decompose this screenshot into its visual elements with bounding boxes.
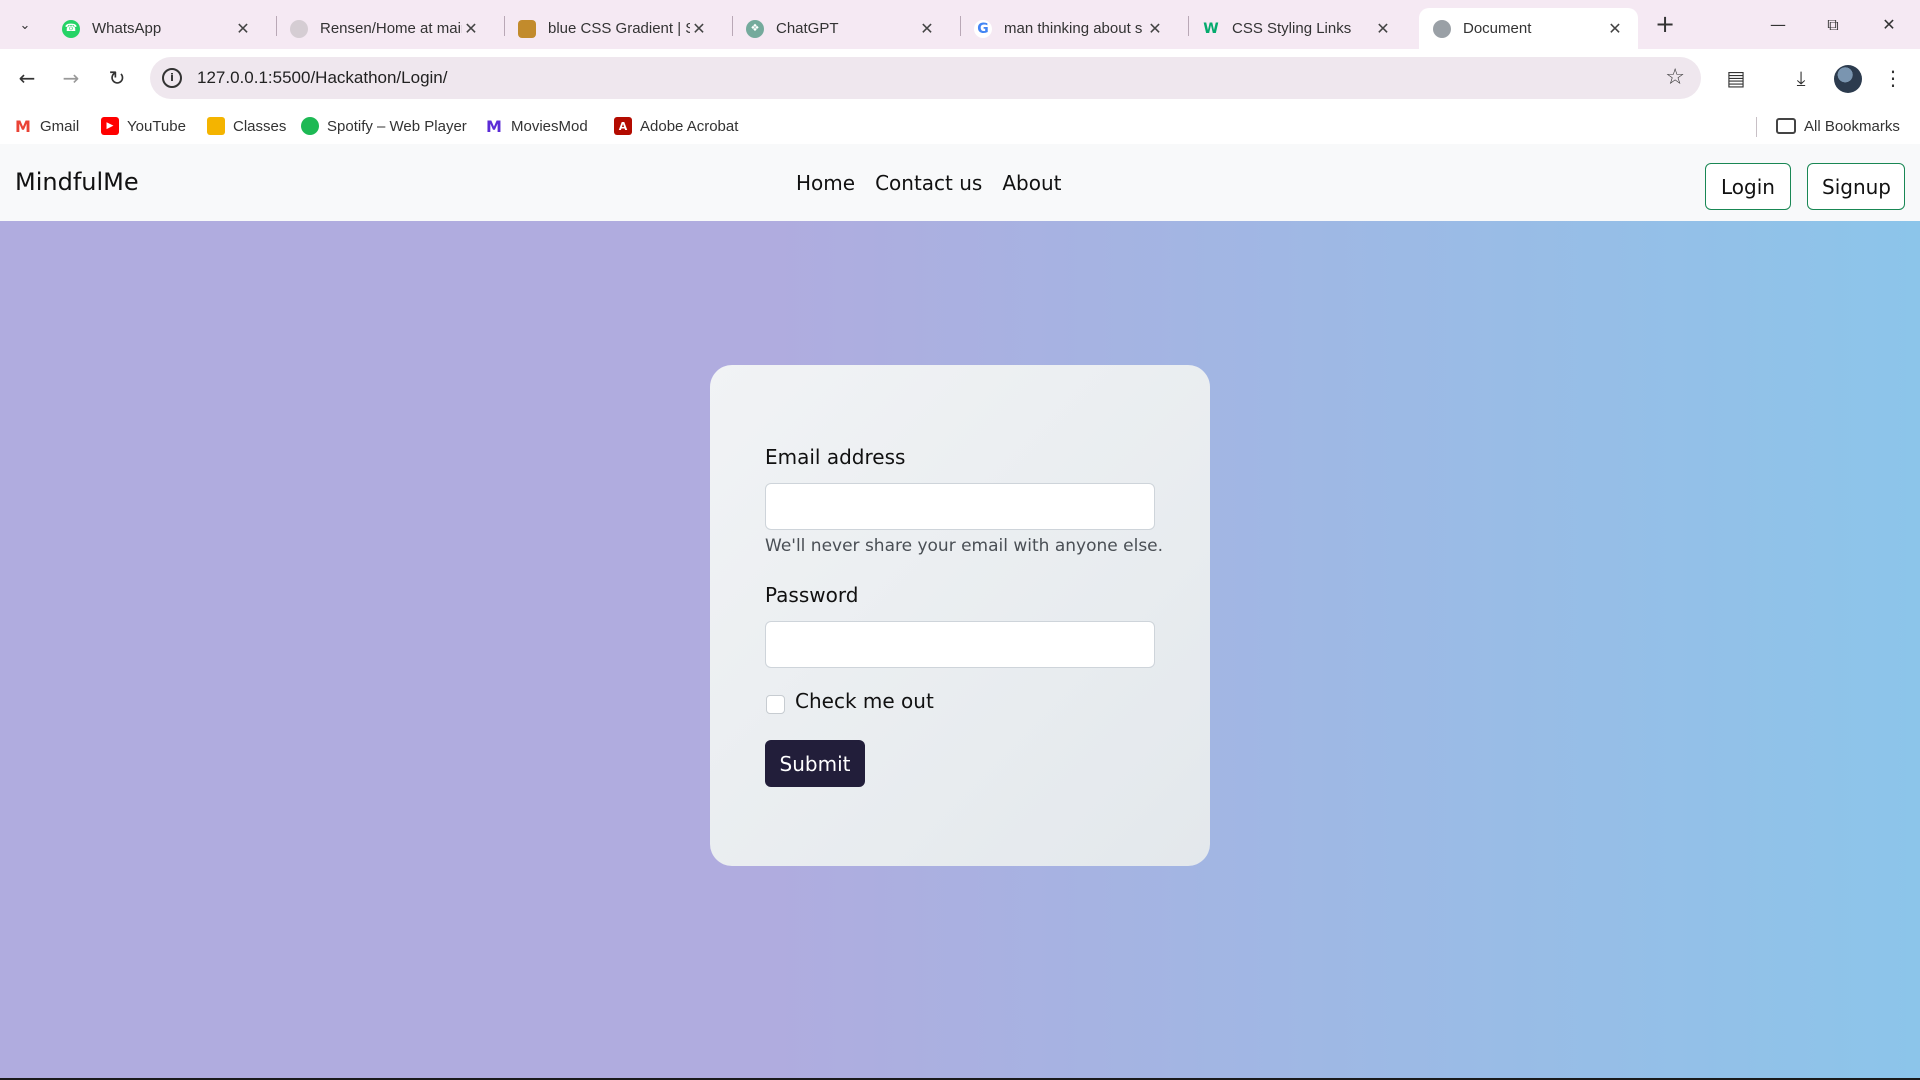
address-bar[interactable]: i 127.0.0.1:5500/Hackathon/Login/ ☆: [150, 57, 1701, 99]
new-tab-plus-icon[interactable]: +: [1652, 12, 1678, 38]
bookmark-label: Classes: [233, 117, 287, 135]
nav-links: Home Contact us About: [796, 171, 1061, 195]
bookmark-youtube[interactable]: ▶ YouTube: [101, 115, 186, 137]
whatsapp-icon: ☎: [62, 19, 80, 38]
spotify-icon: [301, 117, 319, 135]
tab-label: man thinking about s: [1004, 20, 1143, 37]
site-info-icon[interactable]: i: [162, 68, 182, 88]
tab-label: blue CSS Gradient | S: [548, 20, 690, 37]
tab-label: CSS Styling Links: [1232, 20, 1352, 37]
back-arrow-icon[interactable]: ←: [12, 63, 42, 93]
extensions-puzzle-icon[interactable]: ▤: [1721, 63, 1751, 93]
brand-logo[interactable]: MindfulMe: [15, 168, 139, 196]
folder-icon: [1776, 118, 1796, 134]
nav-home-link[interactable]: Home: [796, 171, 855, 195]
url-text: 127.0.0.1:5500/Hackathon/Login/: [197, 68, 448, 87]
chatgpt-icon: ❖: [746, 19, 764, 38]
moviesmod-icon: M: [485, 116, 503, 136]
tab-label: WhatsApp: [92, 20, 162, 37]
tab-search-chevron-icon[interactable]: ⌄: [12, 12, 38, 38]
tab-document[interactable]: Document ✕: [1419, 8, 1638, 49]
signup-button[interactable]: Signup: [1807, 163, 1905, 210]
all-bookmarks-label: All Bookmarks: [1804, 117, 1900, 135]
check-me-out-label[interactable]: Check me out: [795, 689, 934, 713]
bookmark-gmail[interactable]: M Gmail: [14, 115, 79, 137]
all-bookmarks-button[interactable]: All Bookmarks: [1776, 115, 1900, 137]
browser-toolbar: ← → ↻ i 127.0.0.1:5500/Hackathon/Login/ …: [0, 49, 1920, 107]
password-input[interactable]: [765, 621, 1155, 668]
check-me-out-checkbox[interactable]: [766, 695, 785, 714]
email-input[interactable]: [765, 483, 1155, 530]
globe-icon: [1433, 19, 1451, 38]
tab-label: ChatGPT: [776, 20, 839, 37]
acrobat-icon: A: [614, 117, 632, 135]
close-icon[interactable]: ✕: [918, 19, 936, 38]
page-viewport: MindfulMe Home Contact us About Login Si…: [0, 144, 1920, 1078]
classroom-icon: [207, 117, 225, 135]
bookmark-classes[interactable]: Classes: [207, 115, 286, 137]
site-navbar: MindfulMe Home Contact us About Login Si…: [0, 144, 1920, 221]
github-icon: [290, 19, 308, 38]
close-icon[interactable]: ✕: [1606, 19, 1624, 38]
bookmark-spotify[interactable]: Spotify – Web Player: [301, 115, 467, 137]
bookmark-label: MoviesMod: [511, 117, 588, 135]
tab-whatsapp[interactable]: ☎ WhatsApp ✕: [48, 8, 266, 49]
tab-chatgpt[interactable]: ❖ ChatGPT ✕: [732, 8, 950, 49]
close-icon[interactable]: ✕: [1146, 19, 1164, 38]
forward-arrow-icon[interactable]: →: [56, 63, 86, 93]
nav-about-link[interactable]: About: [1002, 171, 1061, 195]
bookmarks-bar: M Gmail ▶ YouTube Classes Spotify – Web …: [0, 107, 1920, 144]
kebab-menu-icon[interactable]: ⋮: [1878, 63, 1908, 93]
bookmark-label: Spotify – Web Player: [327, 117, 467, 135]
restore-icon[interactable]: ⧉: [1810, 10, 1856, 40]
bookmark-moviesmod[interactable]: M MoviesMod: [485, 115, 588, 137]
youtube-icon: ▶: [101, 117, 119, 135]
profile-avatar[interactable]: [1834, 65, 1862, 93]
nav-contact-link[interactable]: Contact us: [875, 171, 982, 195]
bookmark-label: Adobe Acrobat: [640, 117, 739, 135]
bookmarks-divider: [1756, 117, 1757, 137]
tab-github[interactable]: Rensen/Home at main ✕: [276, 8, 494, 49]
reload-icon[interactable]: ↻: [102, 63, 132, 93]
bookmark-adobe-acrobat[interactable]: A Adobe Acrobat: [614, 115, 738, 137]
bookmark-star-icon[interactable]: ☆: [1665, 65, 1685, 90]
tab-label: Rensen/Home at main: [320, 20, 462, 37]
login-button[interactable]: Login: [1705, 163, 1791, 210]
tab-google-search[interactable]: G man thinking about s ✕: [960, 8, 1178, 49]
close-icon[interactable]: ✕: [690, 19, 708, 38]
cssgradient-icon: [518, 19, 536, 38]
tab-css-gradient[interactable]: blue CSS Gradient | S ✕: [504, 8, 722, 49]
close-icon[interactable]: ✕: [462, 19, 480, 38]
bookmark-label: Gmail: [40, 117, 80, 135]
google-icon: G: [974, 19, 992, 38]
tab-strip: ⌄ ☎ WhatsApp ✕ Rensen/Home at main ✕ blu…: [0, 0, 1920, 49]
login-card: Email address We'll never share your ema…: [710, 365, 1210, 866]
close-icon[interactable]: ✕: [1374, 19, 1392, 38]
w3schools-icon: W: [1203, 20, 1219, 37]
email-label: Email address: [765, 445, 906, 469]
password-label: Password: [765, 583, 859, 607]
tab-w3schools[interactable]: W CSS Styling Links ✕: [1188, 8, 1406, 49]
tab-label: Document: [1463, 20, 1532, 37]
submit-button[interactable]: Submit: [765, 740, 865, 787]
close-icon[interactable]: ✕: [234, 19, 252, 38]
bookmark-label: YouTube: [127, 117, 186, 135]
download-icon[interactable]: ⤓: [1786, 63, 1816, 93]
window-close-icon[interactable]: ✕: [1866, 10, 1912, 40]
minimize-icon[interactable]: —: [1755, 10, 1801, 40]
gmail-icon: M: [14, 116, 32, 136]
email-help-text: We'll never share your email with anyone…: [765, 536, 1164, 556]
